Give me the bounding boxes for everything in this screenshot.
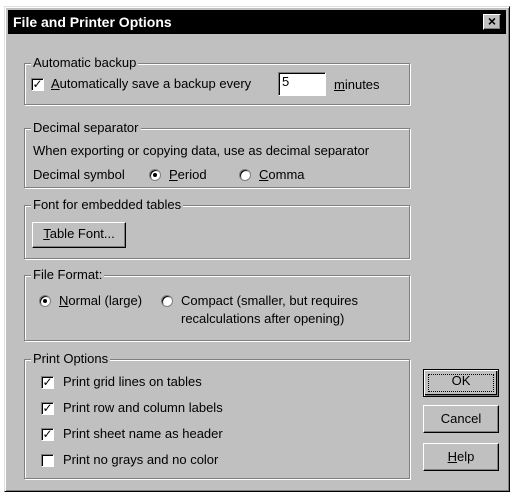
print-sheet-name-checkbox[interactable]: ✓ <box>41 428 54 441</box>
check-icon: ✓ <box>32 77 43 91</box>
print-no-grays-checkbox[interactable] <box>41 454 54 467</box>
decimal-separator-legend: Decimal separator <box>31 120 141 136</box>
file-printer-options-dialog: File and Printer Options × Automatic bac… <box>4 6 510 492</box>
print-row-column-labels-label[interactable]: Print row and column labels <box>63 400 223 416</box>
decimal-separator-group: Decimal separator When exporting or copy… <box>24 120 410 188</box>
file-format-legend: File Format: <box>31 267 105 283</box>
print-options-group: Print Options ✓ Print grid lines on tabl… <box>24 351 410 479</box>
print-grid-lines-checkbox[interactable]: ✓ <box>41 376 54 389</box>
comma-radio[interactable] <box>239 169 251 181</box>
dialog-title: File and Printer Options <box>13 14 172 30</box>
period-radio[interactable] <box>149 169 161 181</box>
period-label[interactable]: Period <box>169 167 207 183</box>
automatic-backup-legend: Automatic backup <box>31 55 139 71</box>
check-icon: ✓ <box>42 401 53 415</box>
focus-rectangle <box>428 374 494 392</box>
cancel-button[interactable]: Cancel <box>423 405 499 433</box>
title-bar: File and Printer Options × <box>8 10 506 34</box>
close-button[interactable]: × <box>483 14 501 30</box>
compact-format-label-line2[interactable]: recalculations after opening) <box>181 311 344 327</box>
close-icon: × <box>487 13 497 29</box>
file-format-group: File Format: Normal (large) Compact (sma… <box>24 267 410 341</box>
print-row-column-labels-checkbox[interactable]: ✓ <box>41 402 54 415</box>
font-embedded-tables-legend: Font for embedded tables <box>31 197 184 213</box>
minutes-label: minutes <box>334 77 380 92</box>
comma-label[interactable]: Comma <box>259 167 305 183</box>
help-button[interactable]: Help <box>423 443 499 471</box>
print-options-legend: Print Options <box>31 351 111 367</box>
print-sheet-name-label[interactable]: Print sheet name as header <box>63 426 223 442</box>
ok-button[interactable]: OK <box>423 369 499 397</box>
font-embedded-tables-group: Font for embedded tables Table Font... <box>24 197 410 259</box>
table-font-button[interactable]: Table Font... <box>32 222 126 248</box>
backup-minutes-input[interactable]: 5 <box>278 72 326 96</box>
decimal-symbol-label: Decimal symbol <box>33 167 125 182</box>
autosave-label[interactable]: Automatically save a backup every <box>51 76 251 92</box>
check-icon: ✓ <box>42 427 53 441</box>
normal-format-radio[interactable] <box>39 295 51 307</box>
autosave-checkbox[interactable]: ✓ <box>31 78 44 91</box>
automatic-backup-group: Automatic backup ✓ Automatically save a … <box>24 55 410 105</box>
compact-format-radio[interactable] <box>161 295 173 307</box>
check-icon: ✓ <box>42 375 53 389</box>
print-no-grays-label[interactable]: Print no grays and no color <box>63 452 218 468</box>
print-grid-lines-label[interactable]: Print grid lines on tables <box>63 374 202 390</box>
compact-format-label-line1[interactable]: Compact (smaller, but requires <box>181 293 358 309</box>
normal-format-label[interactable]: Normal (large) <box>59 293 142 309</box>
decimal-description: When exporting or copying data, use as d… <box>33 143 370 158</box>
